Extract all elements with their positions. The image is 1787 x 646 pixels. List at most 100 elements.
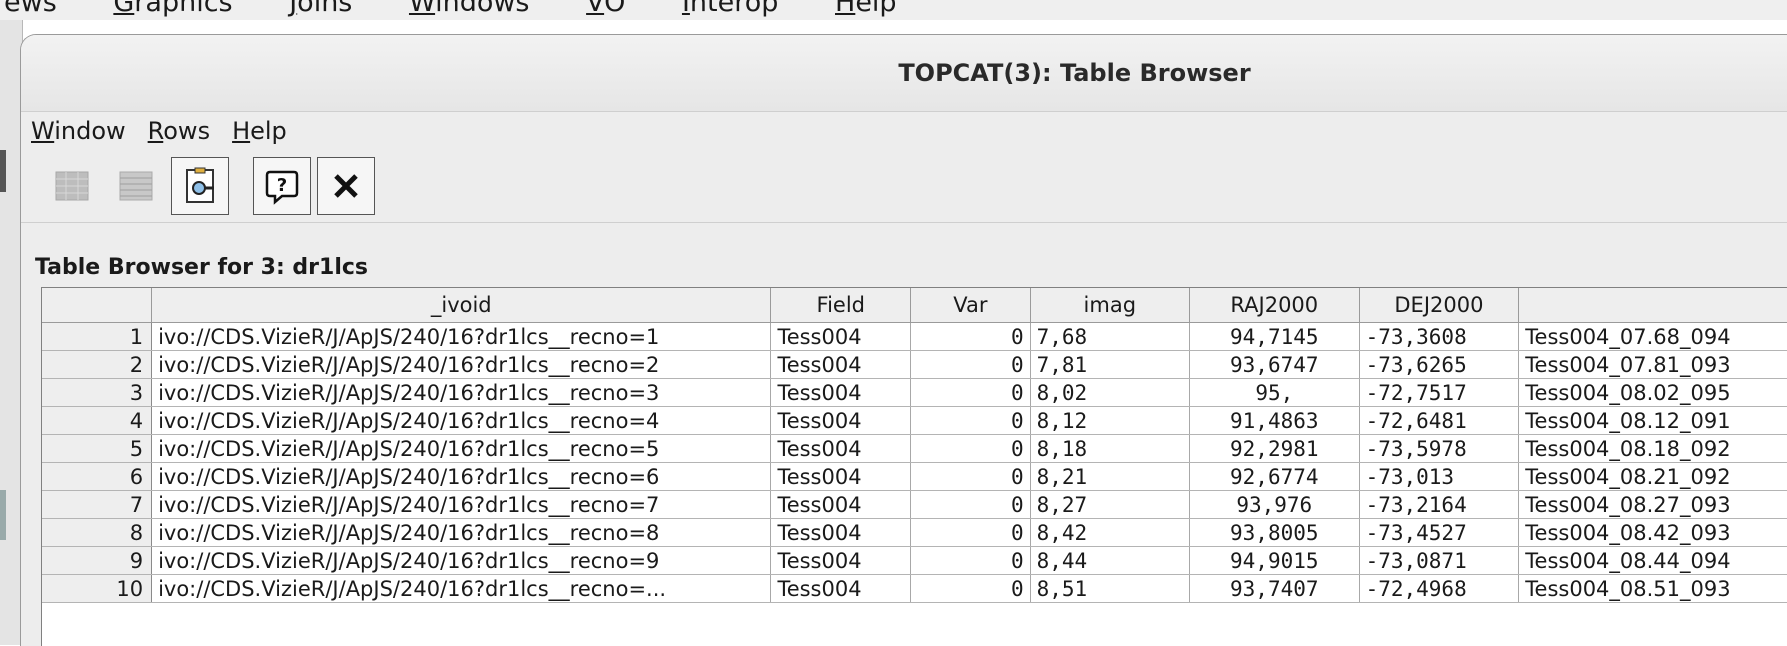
bg-menu-windows[interactable]: Windows xyxy=(409,0,554,18)
close-button[interactable] xyxy=(317,157,375,215)
column-header-dej2000[interactable]: DEJ2000 xyxy=(1359,288,1520,323)
column-header-var[interactable]: Var xyxy=(910,288,1031,323)
column-header-field[interactable]: Field xyxy=(770,288,912,323)
cell-raj2000[interactable]: 94,7145 xyxy=(1189,322,1360,351)
table-row[interactable]: 9 ivo://CDS.VizieR/J/ApJS/240/16?dr1lcs_… xyxy=(42,546,1787,575)
cell-name[interactable]: Tess004_07.81_093 xyxy=(1518,350,1787,379)
cell-var[interactable]: 0 xyxy=(910,462,1031,491)
column-header-ivoid[interactable]: _ivoid xyxy=(151,288,772,323)
table-row[interactable]: 7 ivo://CDS.VizieR/J/ApJS/240/16?dr1lcs_… xyxy=(42,490,1787,519)
bg-menu-help[interactable]: Help xyxy=(835,0,921,18)
cell-var[interactable]: 0 xyxy=(910,490,1031,519)
cell-var[interactable]: 0 xyxy=(910,378,1031,407)
cell-name[interactable]: Tess004_08.18_092 xyxy=(1518,434,1787,463)
bg-menu-interop[interactable]: Interop xyxy=(682,0,802,18)
table-row[interactable]: 2 ivo://CDS.VizieR/J/ApJS/240/16?dr1lcs_… xyxy=(42,350,1787,379)
cell-raj2000[interactable]: 92,6774 xyxy=(1189,462,1360,491)
cell-name[interactable]: Tess004_08.42_093 xyxy=(1518,518,1787,547)
cell-var[interactable]: 0 xyxy=(910,546,1031,575)
help-button[interactable]: ? xyxy=(253,157,311,215)
cell-imag[interactable]: 8,27 xyxy=(1030,490,1191,519)
cell-field[interactable]: Tess004 xyxy=(770,434,912,463)
window-titlebar[interactable]: TOPCAT(3): Table Browser xyxy=(21,35,1787,112)
cell-field[interactable]: Tess004 xyxy=(770,574,912,603)
column-header-name[interactable] xyxy=(1518,288,1787,323)
cell-var[interactable]: 0 xyxy=(910,350,1031,379)
cell-field[interactable]: Tess004 xyxy=(770,490,912,519)
menu-rows[interactable]: Rows xyxy=(148,117,210,145)
table-row[interactable]: 1 ivo://CDS.VizieR/J/ApJS/240/16?dr1lcs_… xyxy=(42,322,1787,351)
cell-ivoid[interactable]: ivo://CDS.VizieR/J/ApJS/240/16?dr1lcs__r… xyxy=(151,406,772,435)
cell-name[interactable]: Tess004_08.21_092 xyxy=(1518,462,1787,491)
cell-imag[interactable]: 8,18 xyxy=(1030,434,1191,463)
cell-name[interactable]: Tess004_08.44_094 xyxy=(1518,546,1787,575)
cell-imag[interactable]: 8,51 xyxy=(1030,574,1191,603)
cell-ivoid[interactable]: ivo://CDS.VizieR/J/ApJS/240/16?dr1lcs__r… xyxy=(151,574,772,603)
cell-field[interactable]: Tess004 xyxy=(770,546,912,575)
cell-field[interactable]: Tess004 xyxy=(770,406,912,435)
column-header-raj2000[interactable]: RAJ2000 xyxy=(1189,288,1360,323)
cell-field[interactable]: Tess004 xyxy=(770,378,912,407)
table-row[interactable]: 6 ivo://CDS.VizieR/J/ApJS/240/16?dr1lcs_… xyxy=(42,462,1787,491)
cell-ivoid[interactable]: ivo://CDS.VizieR/J/ApJS/240/16?dr1lcs__r… xyxy=(151,546,772,575)
table-row[interactable]: 10 ivo://CDS.VizieR/J/ApJS/240/16?dr1lcs… xyxy=(42,574,1787,603)
rows-view-button[interactable] xyxy=(43,157,101,215)
data-table-scrollpane[interactable]: _ivoid Field Var imag RAJ2000 DEJ2000 1 … xyxy=(41,287,1787,646)
cell-field[interactable]: Tess004 xyxy=(770,462,912,491)
bg-menu-joins[interactable]: Joins xyxy=(289,0,376,18)
table-row[interactable]: 3 ivo://CDS.VizieR/J/ApJS/240/16?dr1lcs_… xyxy=(42,378,1787,407)
cell-imag[interactable]: 8,42 xyxy=(1030,518,1191,547)
cell-ivoid[interactable]: ivo://CDS.VizieR/J/ApJS/240/16?dr1lcs__r… xyxy=(151,462,772,491)
cell-name[interactable]: Tess004_08.27_093 xyxy=(1518,490,1787,519)
cell-ivoid[interactable]: ivo://CDS.VizieR/J/ApJS/240/16?dr1lcs__r… xyxy=(151,434,772,463)
cell-dej2000[interactable]: -72,7517 xyxy=(1359,378,1520,407)
cell-ivoid[interactable]: ivo://CDS.VizieR/J/ApJS/240/16?dr1lcs__r… xyxy=(151,322,772,351)
cell-raj2000[interactable]: 95, xyxy=(1189,378,1360,407)
cell-imag[interactable]: 8,12 xyxy=(1030,406,1191,435)
columns-view-button[interactable] xyxy=(107,157,165,215)
cell-dej2000[interactable]: -73,0871 xyxy=(1359,546,1520,575)
cell-field[interactable]: Tess004 xyxy=(770,518,912,547)
cell-raj2000[interactable]: 93,976 xyxy=(1189,490,1360,519)
cell-ivoid[interactable]: ivo://CDS.VizieR/J/ApJS/240/16?dr1lcs__r… xyxy=(151,518,772,547)
column-header-imag[interactable]: imag xyxy=(1030,288,1191,323)
cell-var[interactable]: 0 xyxy=(910,434,1031,463)
cell-ivoid[interactable]: ivo://CDS.VizieR/J/ApJS/240/16?dr1lcs__r… xyxy=(151,490,772,519)
table-row[interactable]: 5 ivo://CDS.VizieR/J/ApJS/240/16?dr1lcs_… xyxy=(42,434,1787,463)
cell-imag[interactable]: 7,81 xyxy=(1030,350,1191,379)
column-header-index[interactable] xyxy=(42,288,153,323)
cell-dej2000[interactable]: -73,013 xyxy=(1359,462,1520,491)
cell-ivoid[interactable]: ivo://CDS.VizieR/J/ApJS/240/16?dr1lcs__r… xyxy=(151,378,772,407)
cell-name[interactable]: Tess004_08.51_093 xyxy=(1518,574,1787,603)
cell-name[interactable]: Tess004_07.68_094 xyxy=(1518,322,1787,351)
cell-raj2000[interactable]: 94,9015 xyxy=(1189,546,1360,575)
cell-raj2000[interactable]: 93,8005 xyxy=(1189,518,1360,547)
highlight-row-button[interactable] xyxy=(171,157,229,215)
cell-raj2000[interactable]: 92,2981 xyxy=(1189,434,1360,463)
cell-field[interactable]: Tess004 xyxy=(770,322,912,351)
cell-var[interactable]: 0 xyxy=(910,518,1031,547)
cell-imag[interactable]: 8,44 xyxy=(1030,546,1191,575)
cell-field[interactable]: Tess004 xyxy=(770,350,912,379)
menu-help[interactable]: Help xyxy=(232,117,287,145)
bg-menu-views[interactable]: ews xyxy=(2,0,81,18)
bg-menu-graphics[interactable]: Graphics xyxy=(113,0,256,18)
cell-ivoid[interactable]: ivo://CDS.VizieR/J/ApJS/240/16?dr1lcs__r… xyxy=(151,350,772,379)
cell-raj2000[interactable]: 91,4863 xyxy=(1189,406,1360,435)
cell-imag[interactable]: 8,02 xyxy=(1030,378,1191,407)
cell-raj2000[interactable]: 93,7407 xyxy=(1189,574,1360,603)
cell-imag[interactable]: 7,68 xyxy=(1030,322,1191,351)
bg-menu-vo[interactable]: VO xyxy=(586,0,649,18)
cell-name[interactable]: Tess004_08.02_095 xyxy=(1518,378,1787,407)
cell-var[interactable]: 0 xyxy=(910,322,1031,351)
cell-var[interactable]: 0 xyxy=(910,574,1031,603)
cell-dej2000[interactable]: -73,6265 xyxy=(1359,350,1520,379)
cell-var[interactable]: 0 xyxy=(910,406,1031,435)
cell-dej2000[interactable]: -72,6481 xyxy=(1359,406,1520,435)
cell-dej2000[interactable]: -73,5978 xyxy=(1359,434,1520,463)
cell-name[interactable]: Tess004_08.12_091 xyxy=(1518,406,1787,435)
menu-window[interactable]: Window xyxy=(31,117,126,145)
table-row[interactable]: 4 ivo://CDS.VizieR/J/ApJS/240/16?dr1lcs_… xyxy=(42,406,1787,435)
cell-raj2000[interactable]: 93,6747 xyxy=(1189,350,1360,379)
table-row[interactable]: 8 ivo://CDS.VizieR/J/ApJS/240/16?dr1lcs_… xyxy=(42,518,1787,547)
